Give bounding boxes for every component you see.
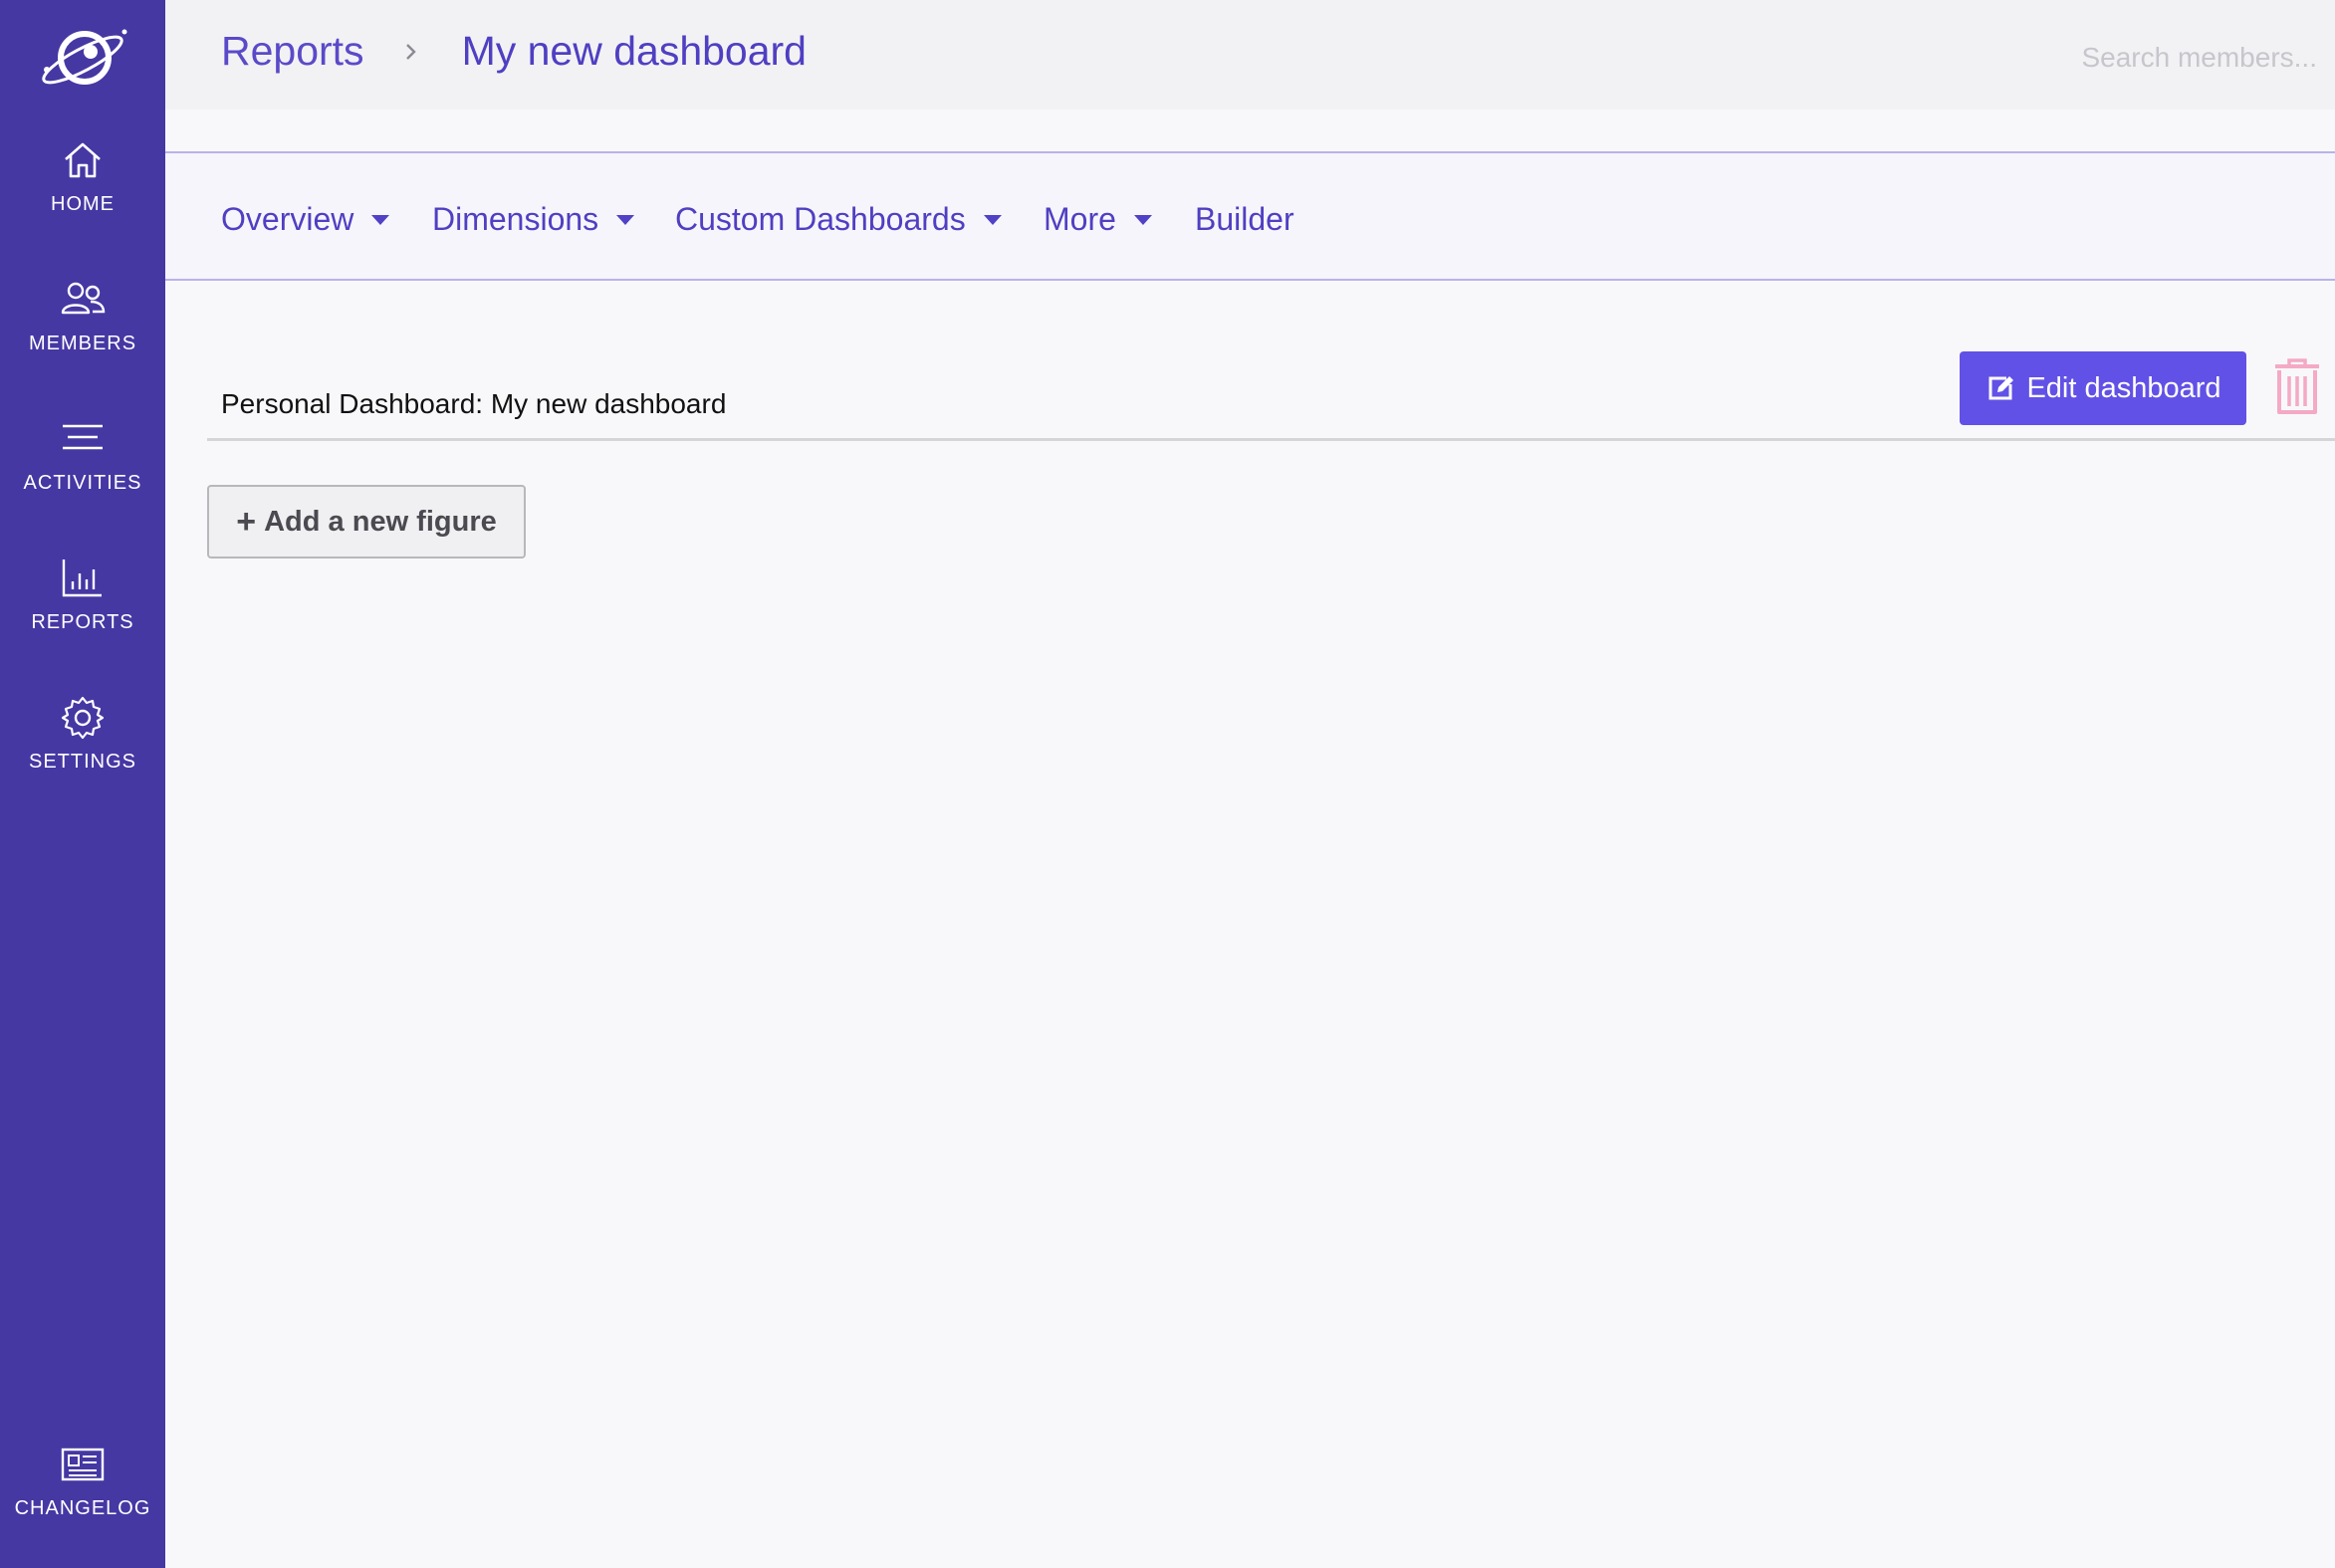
sidebar-item-home[interactable]: HOME bbox=[0, 137, 165, 247]
caret-down-icon bbox=[616, 214, 635, 225]
planet-orbit-logo[interactable] bbox=[33, 20, 132, 92]
edit-dashboard-label: Edit dashboard bbox=[2026, 371, 2221, 404]
dashboard-title: Personal Dashboard: My new dashboard bbox=[221, 388, 727, 419]
search-input[interactable] bbox=[1998, 36, 2317, 80]
sidebar-item-label: ACTIVITIES bbox=[23, 472, 142, 494]
chevron-right-icon bbox=[405, 43, 416, 60]
tab-builder[interactable]: Builder bbox=[1195, 201, 1294, 238]
tab-dimensions[interactable]: Dimensions bbox=[432, 201, 635, 238]
tab-custom-dashboards[interactable]: Custom Dashboards bbox=[675, 201, 1002, 238]
add-figure-button[interactable]: + Add a new figure bbox=[207, 485, 526, 559]
sidebar-item-activities[interactable]: ACTIVITIES bbox=[0, 416, 165, 526]
sidebar-item-label: MEMBERS bbox=[28, 333, 137, 354]
activities-icon bbox=[63, 424, 103, 450]
members-icon bbox=[61, 282, 106, 315]
sidebar-item-reports[interactable]: REPORTS bbox=[0, 556, 165, 665]
tab-overview[interactable]: Overview bbox=[221, 201, 390, 238]
breadcrumb-current: My new dashboard bbox=[461, 28, 807, 74]
tab-label: Custom Dashboards bbox=[675, 201, 966, 237]
tab-more[interactable]: More bbox=[1044, 201, 1152, 238]
caret-down-icon bbox=[371, 214, 390, 225]
edit-dashboard-button[interactable]: Edit dashboard bbox=[1960, 351, 2246, 425]
sidebar-item-members[interactable]: MEMBERS bbox=[0, 277, 165, 386]
breadcrumb-parent-link[interactable]: Reports bbox=[221, 28, 364, 75]
title-divider bbox=[207, 438, 2335, 441]
home-icon bbox=[65, 142, 101, 178]
tab-label: Builder bbox=[1195, 201, 1294, 237]
sidebar-item-label: SETTINGS bbox=[28, 751, 136, 773]
sidebar: HOME MEMBERS ACTIVITIES REPORTS SETTINGS… bbox=[0, 0, 165, 1568]
sidebar-item-settings[interactable]: SETTINGS bbox=[0, 695, 165, 804]
sidebar-item-label: REPORTS bbox=[31, 611, 134, 633]
tab-label: Overview bbox=[221, 201, 354, 237]
edit-icon bbox=[1988, 376, 2014, 400]
report-tabs: Overview Dimensions Custom Dashboards Mo… bbox=[165, 151, 2335, 281]
sidebar-item-changelog[interactable]: CHANGELOG bbox=[0, 1442, 165, 1551]
settings-icon bbox=[61, 696, 105, 740]
tab-label: Dimensions bbox=[432, 201, 599, 237]
sidebar-item-label: CHANGELOG bbox=[14, 1497, 151, 1519]
caret-down-icon bbox=[1133, 214, 1152, 225]
trash-icon[interactable] bbox=[2272, 358, 2322, 416]
tab-label: More bbox=[1044, 201, 1116, 237]
reports-icon bbox=[62, 560, 102, 597]
newspaper-icon bbox=[61, 1448, 105, 1481]
plus-icon: + bbox=[236, 502, 257, 541]
sidebar-item-label: HOME bbox=[51, 193, 115, 215]
add-figure-label: Add a new figure bbox=[264, 505, 497, 538]
caret-down-icon bbox=[983, 214, 1002, 225]
top-header: Reports My new dashboard bbox=[165, 0, 2335, 110]
breadcrumb: Reports My new dashboard bbox=[221, 28, 807, 75]
